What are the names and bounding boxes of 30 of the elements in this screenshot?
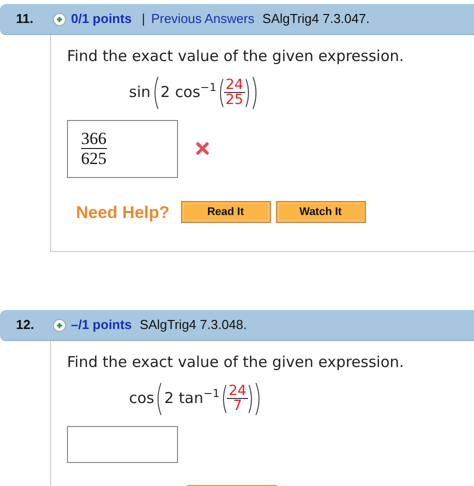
- source-label: SAlgTrig4 7.3.047.: [262, 10, 370, 28]
- question-prompt: Find the exact value of the given expression.: [67, 46, 405, 67]
- denominator: 25: [224, 92, 246, 107]
- question-number: 11.: [16, 10, 34, 28]
- answer-field[interactable]: 366 625: [67, 120, 178, 178]
- coefficient: 2: [164, 388, 174, 410]
- exponent: −1: [203, 386, 220, 402]
- exponent: −1: [200, 80, 217, 96]
- separator: |: [142, 10, 146, 28]
- points-label: –/1 points: [71, 316, 132, 334]
- coefficient: 2: [160, 82, 170, 104]
- points-label: 0/1 points: [71, 10, 132, 28]
- plus-icon[interactable]: [53, 12, 66, 26]
- function-name: tan: [178, 388, 204, 410]
- answer-field[interactable]: [67, 426, 178, 462]
- previous-answers-link[interactable]: Previous Answers: [151, 9, 254, 29]
- help-button[interactable]: Watch It: [276, 201, 366, 224]
- function-name: cos: [129, 388, 154, 410]
- function-name: sin: [129, 82, 150, 104]
- denominator: 7: [226, 398, 248, 413]
- question-number: 12.: [16, 316, 36, 334]
- help-button[interactable]: Read It: [180, 201, 271, 224]
- question-prompt: Find the exact value of the given expression.: [67, 352, 405, 373]
- numerator: 24: [228, 384, 248, 398]
- answer-fraction: 366 625: [81, 129, 106, 168]
- need-help-label: Need Help?: [76, 202, 170, 224]
- numerator: 24: [224, 78, 244, 92]
- plus-icon[interactable]: [53, 318, 66, 332]
- function-name: cos: [175, 82, 200, 104]
- source-label: SAlgTrig4 7.3.048.: [140, 316, 247, 334]
